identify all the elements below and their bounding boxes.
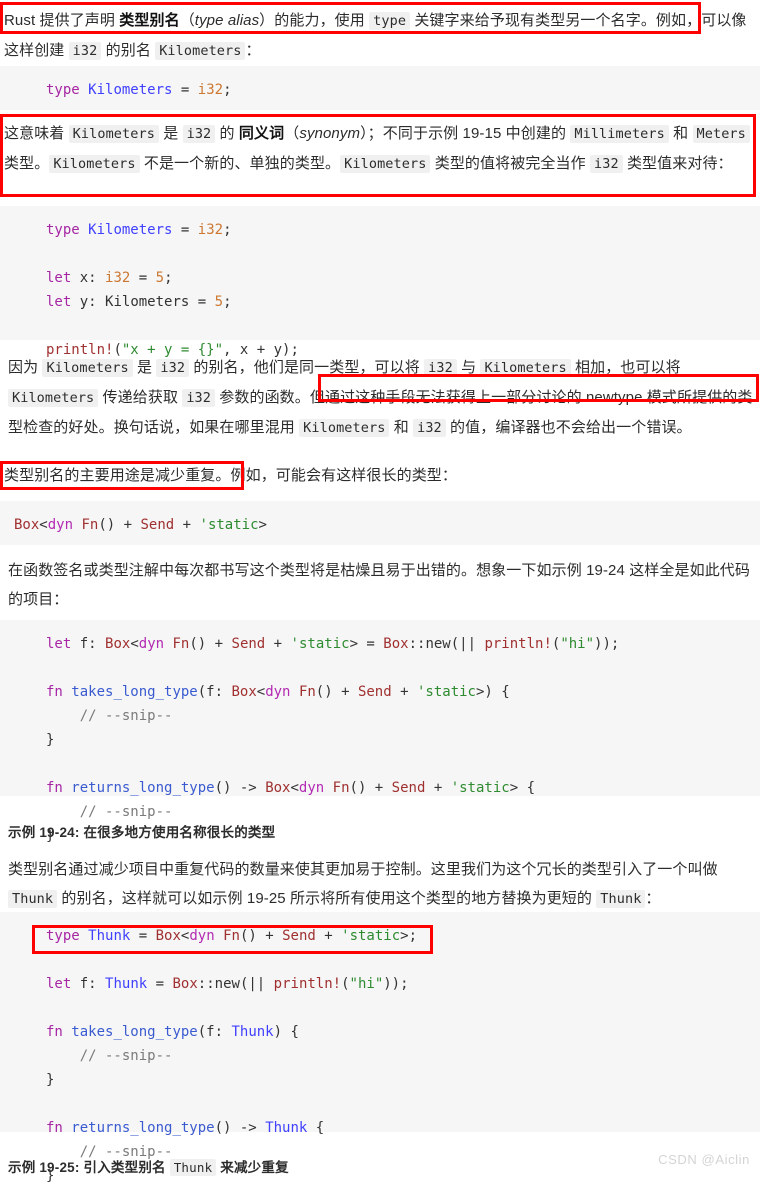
cap2-post: 来减少重复 (216, 1160, 289, 1175)
paragraph-same-type: 因为 Kilometers 是 i32 的别名，他们是同一类型，可以将 i32 … (8, 353, 753, 443)
paragraph-main-purpose: 类型别名的主要用途是减少重复。例如，可能会有这样很长的类型： (4, 461, 754, 490)
inline-code-i32-3: i32 (182, 389, 216, 407)
p3-seg5: 相加，也可以将 (570, 359, 681, 376)
p2-seg8: 不是一个新的、单独的类型。 (139, 155, 341, 172)
code-block-long-type: Box<dyn Fn() + Send + 'static> (0, 501, 760, 545)
inline-code-millimeters: Millimeters (570, 125, 669, 143)
p6-seg3: ： (645, 890, 661, 907)
inline-code-kilometers-3: Kilometers (340, 155, 431, 173)
p2-seg1: 这意味着 (4, 125, 69, 142)
inline-code-i32: i32 (68, 42, 102, 60)
code-block-long-type-usage: let f: Box<dyn Fn() + Send + 'static> = … (0, 620, 760, 844)
paragraph-synonym: 这意味着 Kilometers 是 i32 的 同义词（synonym）；不同于… (4, 119, 754, 179)
code-content: Box<dyn Fn() + Send + 'static> (14, 517, 267, 533)
p4-seg1: 类型别名的主要用途是减少重复。例如，可能会有这样很长的类型： (4, 467, 458, 484)
paragraph-thunk-intro: 类型别名通过减少项目中重复代码的数量来使其更加易于控制。这里我们为这个冗长的类型… (8, 855, 753, 914)
inline-code-kilometers-2: Kilometers (480, 359, 571, 377)
p3-seg1: 因为 (8, 359, 43, 376)
p3-seg9: 的值，编译器也不会给出一个错误。 (445, 419, 692, 436)
p1-italic-type-alias: type alias (194, 12, 260, 29)
paragraph-type-alias-intro: Rust 提供了声明 类型别名（type alias）的能力，使用 type 关… (4, 6, 756, 66)
code-block-kilometers-alias: type Kilometers = i32; (0, 66, 760, 110)
p3-seg6: 传递给获取 (98, 389, 183, 406)
p6-seg2: 的别名，这样就可以如示例 19-25 所示将所有使用这个类型的地方替换为更短的 (57, 890, 597, 907)
p3-seg4: 与 (456, 359, 481, 376)
inline-code-thunk: Thunk (8, 890, 58, 908)
listing-caption-19-25: 示例 19-25: 引入类型别名 Thunk 来减少重复 (8, 1156, 289, 1176)
document-page: Rust 提供了声明 类型别名（type alias）的能力，使用 type 关… (0, 0, 760, 1184)
p3-seg2: 是 (132, 359, 157, 376)
inline-code-i32-2: i32 (424, 359, 457, 377)
code-content: type Kilometers = i32; (46, 82, 232, 98)
inline-code-meters: Meters (692, 125, 750, 143)
inline-code-thunk-2: Thunk (596, 890, 646, 908)
p2-seg10: 类型值来对待： (622, 155, 733, 172)
inline-code-kilometers-3: Kilometers (8, 389, 99, 407)
inline-code-i32-4: i32 (413, 419, 446, 437)
code-block-kilometers-usage: type Kilometers = i32; let x: i32 = 5; l… (0, 206, 760, 358)
inline-code-i32: i32 (182, 125, 216, 143)
code-content: let f: Box<dyn Fn() + Send + 'static> = … (46, 636, 620, 844)
p2-italic-synonym: synonym (299, 125, 361, 142)
inline-code-kilometers: Kilometers (42, 359, 133, 377)
p1-seg1: Rust 提供了声明 (4, 12, 120, 29)
paragraph-tedious-type: 在函数签名或类型注解中每次都书写这个类型将是枯燥且易于出错的。想象一下如示例 1… (8, 556, 753, 614)
watermark: CSDN @Aiclin (658, 1152, 750, 1167)
p6-seg1: 类型别名通过减少项目中重复代码的数量来使其更加易于控制。这里我们为这个冗长的类型… (8, 861, 718, 878)
p3-seg3: 的别名，他们是同一类型，可以将 (189, 359, 425, 376)
listing-caption-19-24: 示例 19-24: 在很多地方使用名称很长的类型 (8, 825, 276, 840)
p2-seg6: 和 (668, 125, 693, 142)
p1-seg2: （ (179, 12, 195, 29)
code-content: type Kilometers = i32; let x: i32 = 5; l… (46, 222, 299, 358)
inline-code-i32-2: i32 (590, 155, 623, 173)
p1-bold-type-alias: 类型别名 (119, 12, 180, 29)
p2-seg5: ）；不同于示例 19-15 中创建的 (360, 125, 571, 142)
inline-code-type: type (369, 12, 411, 30)
code-content: type Thunk = Box<dyn Fn() + Send + 'stat… (46, 928, 418, 1184)
p1-seg3: ）的能力，使用 (259, 12, 370, 29)
p2-seg4: （ (284, 125, 300, 142)
inline-code-kilometers-4: Kilometers (299, 419, 390, 437)
p2-seg9: 类型的值将被完全当作 (430, 155, 590, 172)
p2-seg3: 的 (215, 125, 239, 142)
inline-code-i32: i32 (156, 359, 190, 377)
cap2-pre: 示例 19-25: 引入类型别名 (8, 1160, 170, 1175)
inline-code-kilometers-2: Kilometers (49, 155, 140, 173)
inline-code-kilometers: Kilometers (155, 42, 246, 60)
p1-seg6: ： (245, 42, 261, 59)
p1-seg5: 的别名 (101, 42, 156, 59)
p5-seg1: 在函数签名或类型注解中每次都书写这个类型将是枯燥且易于出错的。想象一下如示例 1… (8, 562, 751, 608)
inline-code-kilometers: Kilometers (68, 125, 159, 143)
p2-seg7: 类型。 (4, 155, 50, 172)
p2-bold-synonym: 同义词 (238, 125, 285, 142)
code-block-thunk-usage: type Thunk = Box<dyn Fn() + Send + 'stat… (0, 912, 760, 1184)
p3-seg8: 和 (389, 419, 414, 436)
inline-code-thunk: Thunk (169, 1159, 217, 1176)
p2-seg2: 是 (158, 125, 183, 142)
